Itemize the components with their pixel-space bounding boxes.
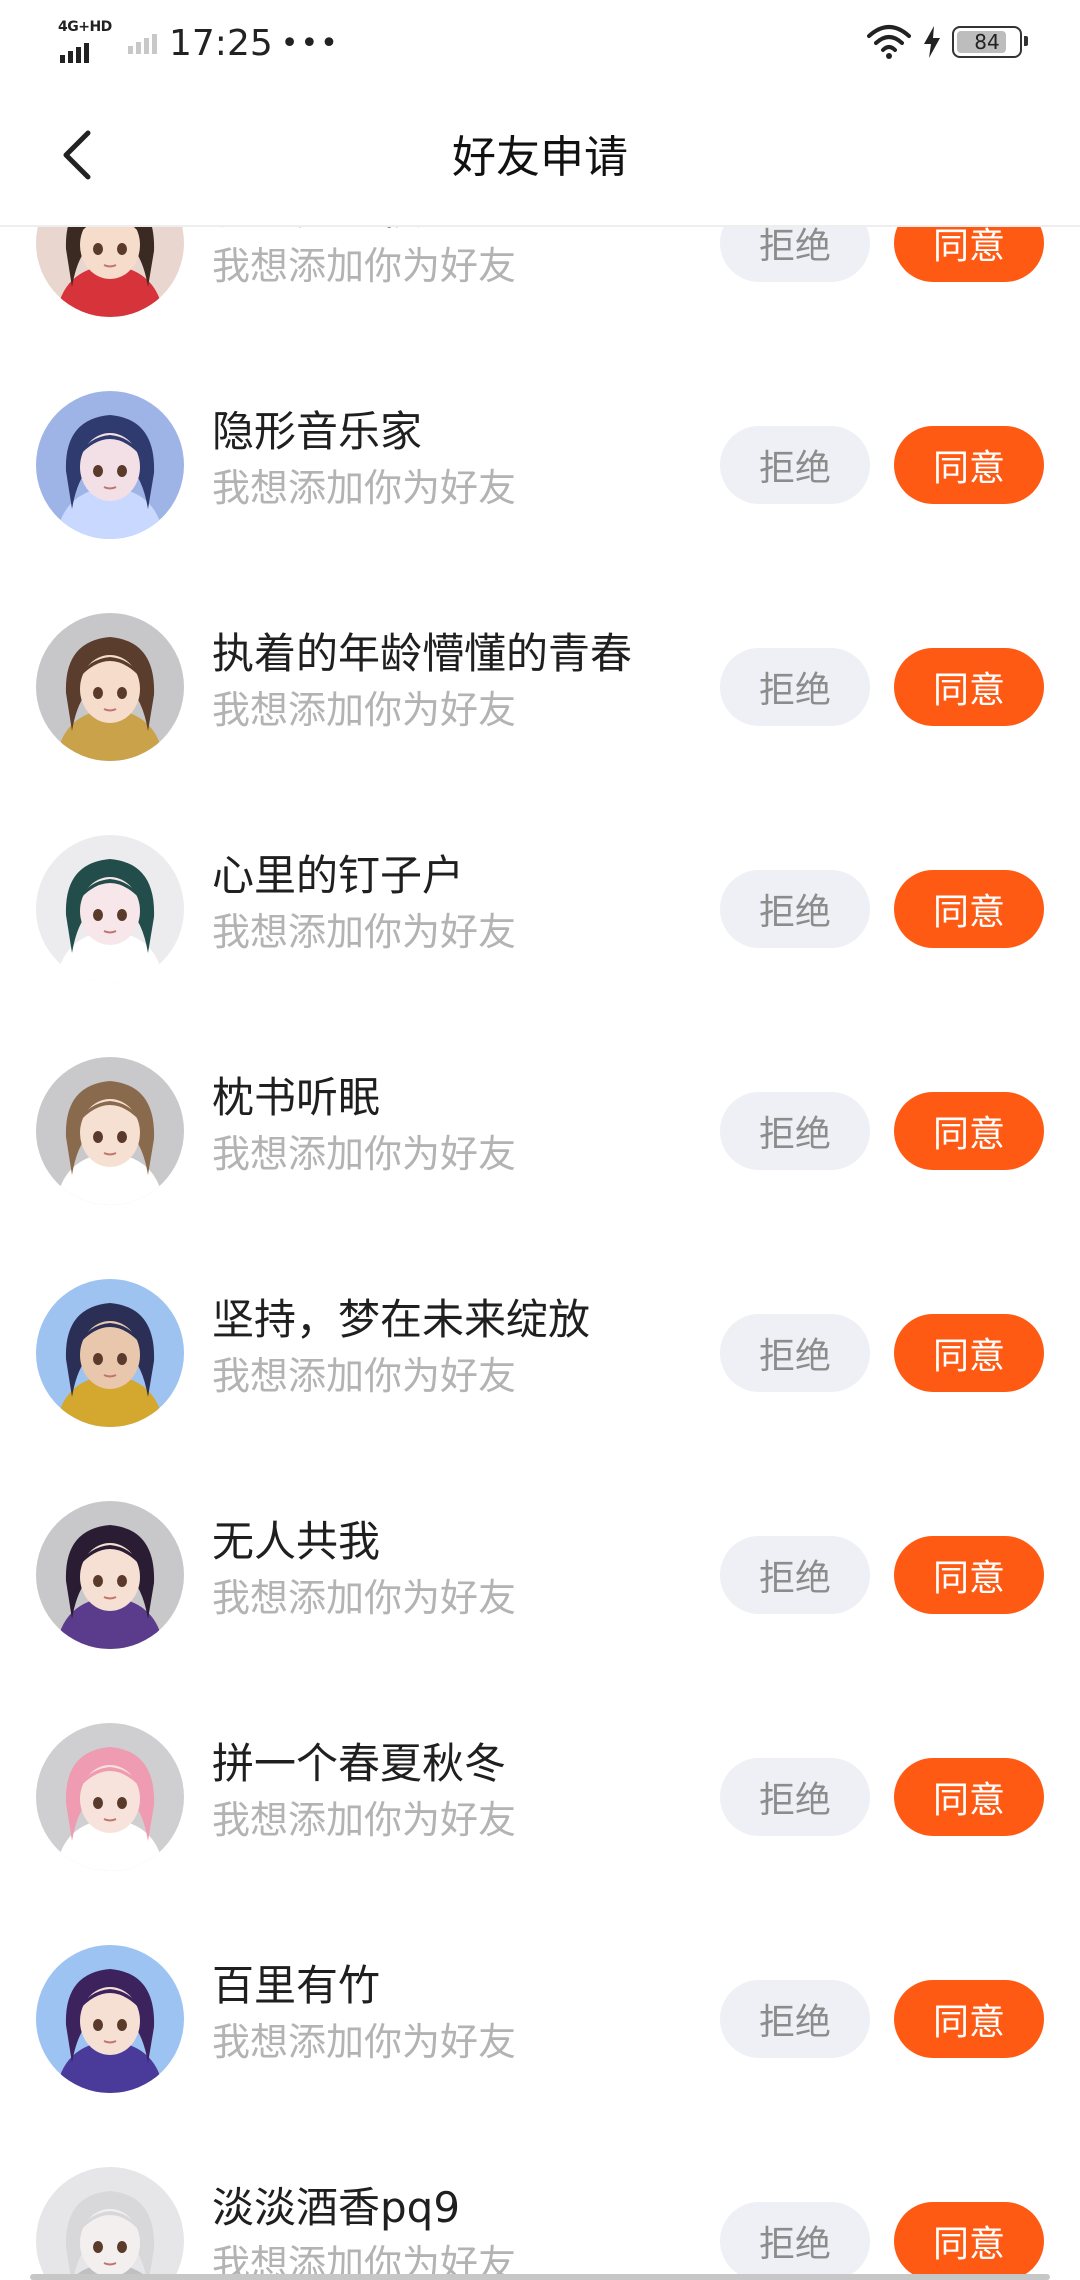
reject-button[interactable]: 拒绝: [720, 1314, 870, 1392]
accept-button[interactable]: 同意: [894, 2202, 1044, 2280]
accept-button[interactable]: 同意: [894, 1314, 1044, 1392]
friend-request-row[interactable]: 无人共我我想添加你为好友 拒绝 同意: [0, 1464, 1080, 1686]
avatar[interactable]: [36, 1057, 184, 1205]
reject-button[interactable]: 拒绝: [720, 1536, 870, 1614]
requester-name: 无人共我: [212, 1517, 381, 1566]
accept-button[interactable]: 同意: [894, 648, 1044, 726]
friend-request-row[interactable]: 隐形音乐家我想添加你为好友 拒绝 同意: [0, 354, 1080, 576]
friend-request-row[interactable]: 拼一个春夏秋冬我想添加你为好友 拒绝 同意: [0, 1686, 1080, 1908]
request-message: 我想添加你为好友: [212, 688, 517, 732]
reject-button[interactable]: 拒绝: [720, 1092, 870, 1170]
reject-button[interactable]: 拒绝: [720, 2202, 870, 2280]
friend-request-row[interactable]: 枕书听眠我想添加你为好友 拒绝 同意: [0, 1020, 1080, 1242]
request-message: 我想添加你为好友: [212, 2020, 517, 2064]
request-message: 我想添加你为好友: [212, 466, 517, 510]
clock: 17:25: [169, 22, 273, 64]
avatar[interactable]: [36, 1723, 184, 1871]
reject-button[interactable]: 拒绝: [720, 648, 870, 726]
requester-name: 拼一个春夏秋冬: [212, 1739, 507, 1788]
cellular-signal-icon: 4G+HD: [58, 19, 112, 65]
friend-request-row[interactable]: 坚持，梦在未来绽放我想添加你为好友 拒绝 同意: [0, 1242, 1080, 1464]
request-message: 我想添加你为好友: [212, 1798, 517, 1842]
battery-icon: 84: [952, 26, 1028, 58]
wifi-icon: [867, 25, 911, 59]
requester-name: 执着的年龄懵懂的青春: [212, 629, 633, 678]
accept-button[interactable]: 同意: [894, 1758, 1044, 1836]
avatar[interactable]: [36, 1279, 184, 1427]
reject-button[interactable]: 拒绝: [720, 426, 870, 504]
friend-request-row[interactable]: 淡淡酒香pq9 我想添加你为好友 拒绝 同意: [0, 2130, 1080, 2280]
friend-request-row[interactable]: 心里的钉子户我想添加你为好友 拒绝 同意: [0, 798, 1080, 1020]
charging-bolt-icon: [924, 26, 940, 58]
request-message: 我想添加你为好友: [212, 910, 517, 954]
requester-name: 淡淡酒香pq9: [212, 2183, 461, 2232]
reject-button[interactable]: 拒绝: [720, 870, 870, 948]
accept-button[interactable]: 同意: [894, 1536, 1044, 1614]
home-indicator: [30, 2274, 1050, 2280]
accept-button[interactable]: 同意: [894, 1092, 1044, 1170]
page-title: 好友申请: [452, 132, 628, 183]
requester-name: 枕书听眠: [212, 1073, 381, 1122]
requester-name: 隐形音乐家: [212, 407, 423, 456]
request-message: 我想添加你为好友: [212, 1354, 517, 1398]
friend-request-row[interactable]: 执着的年龄懵懂的青春我想添加你为好友 拒绝 同意: [0, 576, 1080, 798]
avatar[interactable]: [36, 613, 184, 761]
request-message: 我想添加你为好友: [212, 2242, 517, 2280]
secondary-signal-icon: [128, 32, 157, 54]
avatar[interactable]: [36, 835, 184, 983]
avatar[interactable]: [36, 2167, 184, 2280]
friend-request-list[interactable]: 长的无地很我想添加你为好友拒绝同意隐形音乐家我想添加你为好友拒绝同意执着的年龄懵…: [0, 0, 1080, 2280]
more-notifications-icon: •••: [280, 25, 340, 61]
requester-name: 百里有竹: [212, 1961, 381, 2010]
friend-request-row[interactable]: 百里有竹我想添加你为好友 拒绝 同意: [0, 1908, 1080, 2130]
accept-button[interactable]: 同意: [894, 426, 1044, 504]
request-message: 我想添加你为好友: [212, 1132, 517, 1176]
battery-level: 84: [974, 30, 1000, 54]
status-bar: 4G+HD 17:25 ••• 84: [0, 0, 1080, 85]
accept-button[interactable]: 同意: [894, 870, 1044, 948]
avatar[interactable]: [36, 1945, 184, 2093]
requester-name: 坚持，梦在未来绽放: [212, 1295, 591, 1344]
request-message: 我想添加你为好友: [212, 244, 517, 288]
navigation-bar: 好友申请: [0, 85, 1080, 227]
requester-name: 心里的钉子户: [212, 851, 465, 900]
request-message: 我想添加你为好友: [212, 1576, 517, 1620]
reject-button[interactable]: 拒绝: [720, 1980, 870, 2058]
avatar[interactable]: [36, 1501, 184, 1649]
accept-button[interactable]: 同意: [894, 1980, 1044, 2058]
reject-button[interactable]: 拒绝: [720, 1758, 870, 1836]
network-type-label: 4G+HD: [58, 19, 112, 35]
avatar[interactable]: [36, 391, 184, 539]
